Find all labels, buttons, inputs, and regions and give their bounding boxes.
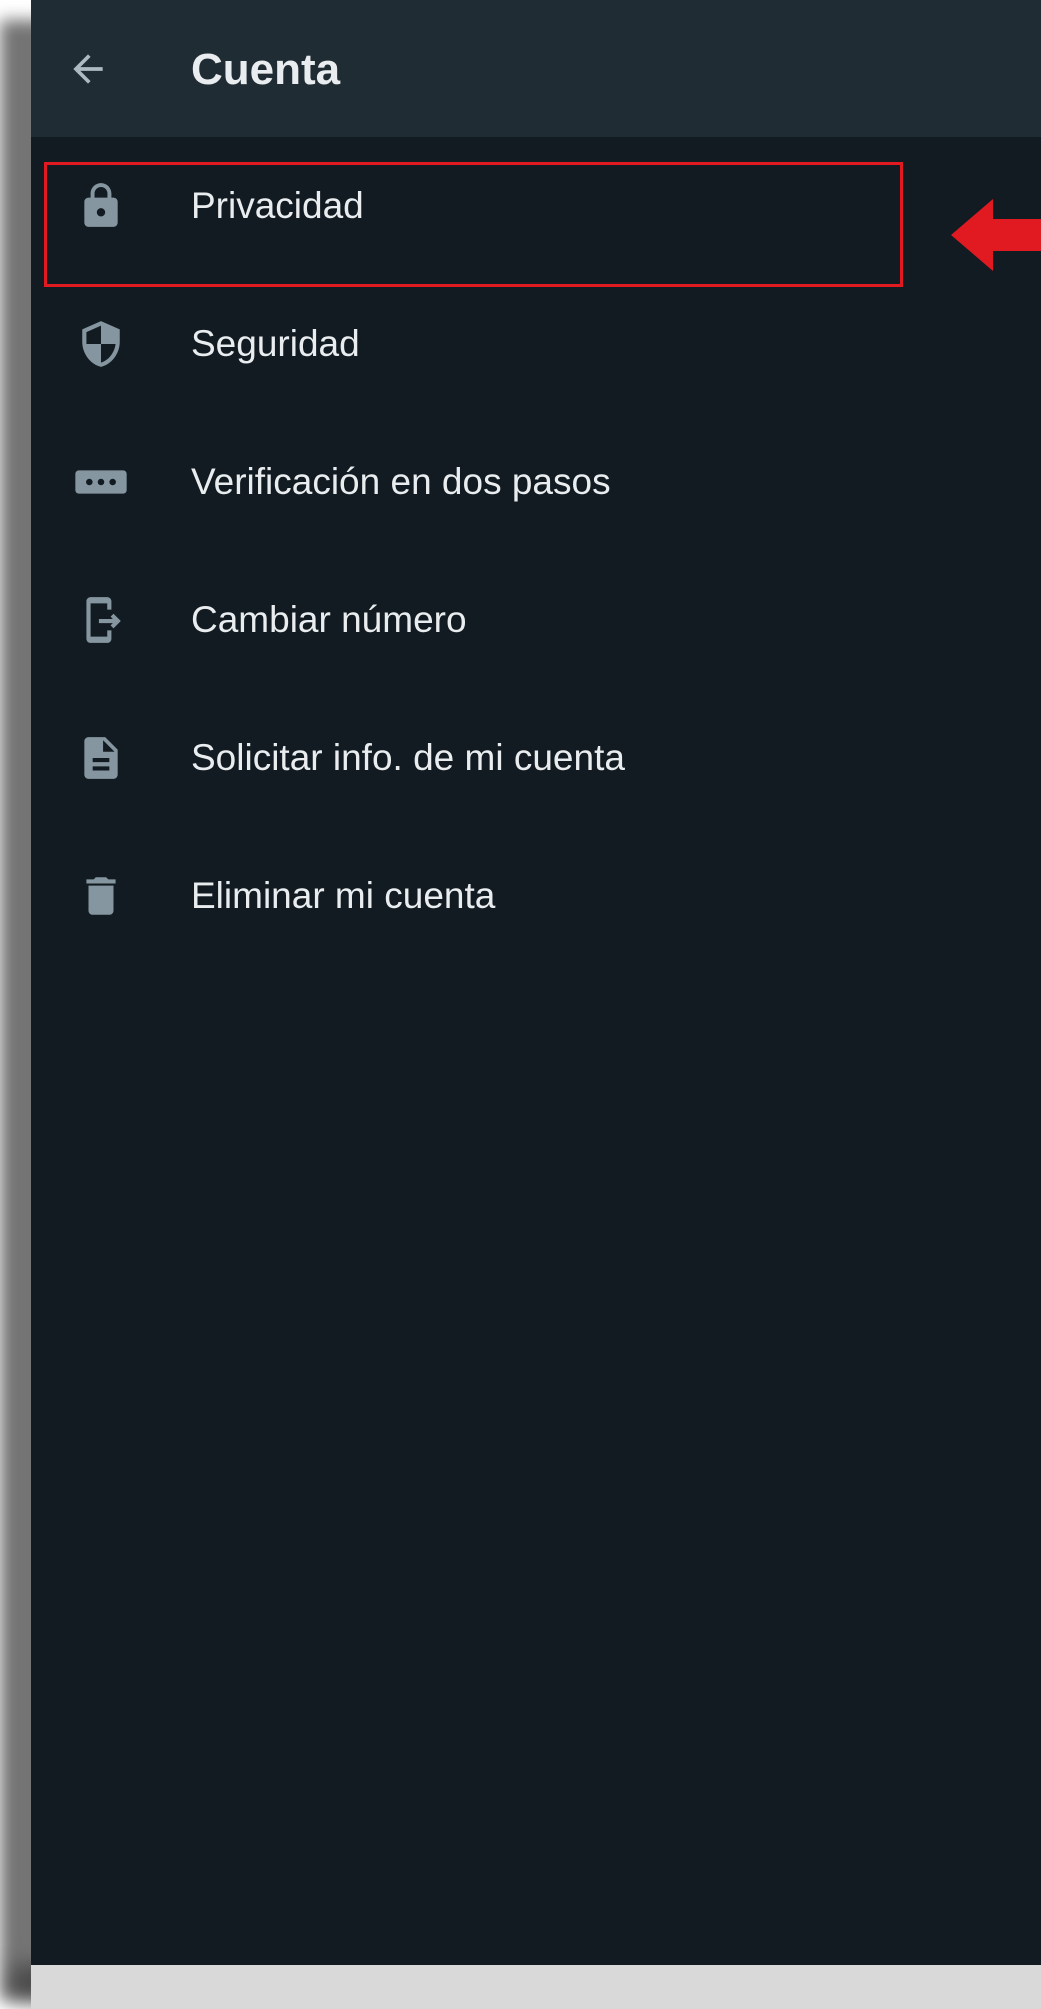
red-arrow-left-icon <box>951 199 1041 271</box>
page-title: Cuenta <box>191 45 341 94</box>
menu-item-label: Solicitar info. de mi cuenta <box>191 737 625 778</box>
menu-item-solicitar-info[interactable]: Solicitar info. de mi cuenta <box>31 689 1041 827</box>
bottom-border <box>31 1965 1041 2009</box>
app-bar: Cuenta <box>31 0 1041 137</box>
menu-item-label: Seguridad <box>191 323 360 364</box>
phone-transfer-icon <box>71 590 131 650</box>
menu-item-label: Cambiar número <box>191 599 467 640</box>
menu-item-verificacion[interactable]: Verificación en dos pasos <box>31 413 1041 551</box>
menu-item-label: Verificación en dos pasos <box>191 461 611 502</box>
shield-icon <box>71 314 131 374</box>
highlight-box <box>44 162 903 287</box>
arrow-left-icon <box>73 54 103 84</box>
password-dots-icon <box>71 452 131 512</box>
screenshot-stage: Cuenta Privacidad Seguridad Verificación… <box>0 0 1041 2009</box>
document-icon <box>71 728 131 788</box>
trash-icon <box>71 866 131 926</box>
back-button[interactable] <box>53 34 123 104</box>
menu-item-label: Eliminar mi cuenta <box>191 875 496 916</box>
menu-item-cambiar-numero[interactable]: Cambiar número <box>31 551 1041 689</box>
menu-item-eliminar-cuenta[interactable]: Eliminar mi cuenta <box>31 827 1041 965</box>
phone-screen: Cuenta Privacidad Seguridad Verificación… <box>31 0 1041 1965</box>
menu-item-seguridad[interactable]: Seguridad <box>31 275 1041 413</box>
